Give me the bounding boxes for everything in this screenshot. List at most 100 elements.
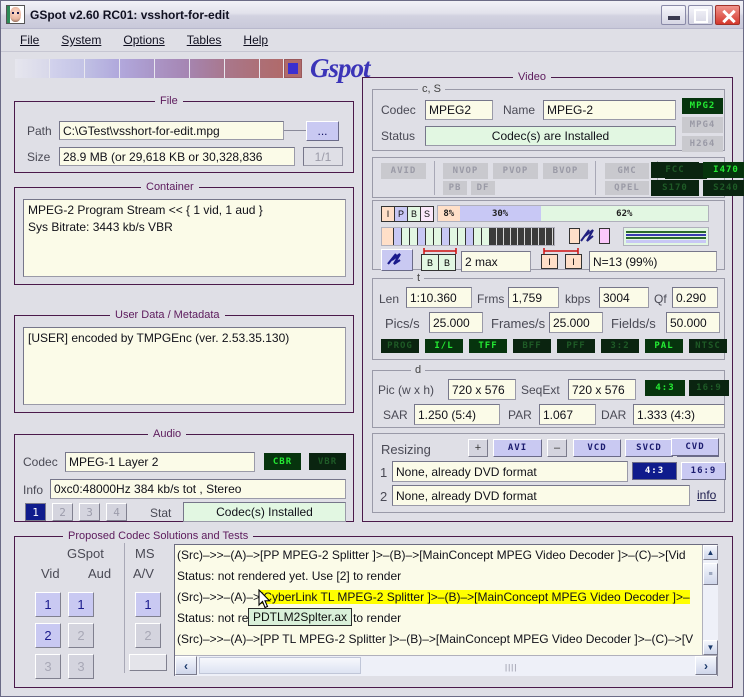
mouse-cursor <box>258 589 270 608</box>
minimize-icon[interactable] <box>661 5 686 25</box>
video-dim-subgroup: d Pic (w x h) 720 x 576 SeqExt 720 x 576… <box>372 370 725 428</box>
maximize-icon[interactable] <box>688 5 713 25</box>
par-field: 1.067 <box>539 404 596 425</box>
list-item[interactable]: Status: not rendered yet. Use [2] to ren… <box>175 566 717 587</box>
frametype-I: I <box>382 207 395 221</box>
sar-field: 1.250 (5:4) <box>414 404 500 425</box>
dar-label: DAR <box>601 408 626 422</box>
len-field: 1:10.360 <box>406 287 472 308</box>
resize-target-vcd[interactable]: VCD <box>573 439 621 457</box>
gspot-vid-button-3[interactable]: 3 <box>35 654 61 679</box>
scroll-right-icon[interactable]: › <box>695 656 717 675</box>
audio-stream-button-2[interactable]: 2 <box>52 503 73 521</box>
list-item[interactable]: (Src)–>>–(A)–>[PP MPEG-2 Splitter ]>–(B)… <box>175 545 717 566</box>
dar-field: 1.333 (4:3) <box>633 404 725 425</box>
audio-group-legend: Audio <box>148 428 186 440</box>
msav-button-3[interactable] <box>129 654 167 671</box>
size-label: Size <box>27 150 50 164</box>
resize-target-cvd[interactable]: CVD <box>671 438 719 456</box>
browse-button[interactable]: ... <box>306 121 339 141</box>
gspot-aud-button-2[interactable]: 2 <box>68 623 94 648</box>
container-text: MPEG-2 Program Stream << { 1 vid, 1 aud … <box>23 199 346 277</box>
frametype-P: P <box>395 207 408 221</box>
video-badge-mpg4: MPG4 <box>682 117 723 133</box>
resize-plus-button[interactable]: + <box>468 439 488 457</box>
video-name-field: MPEG-2 <box>543 100 676 120</box>
gop-view-button[interactable] <box>381 249 413 271</box>
resize-row1-field: None, already DVD format <box>392 461 628 482</box>
iframe-marker-1: I <box>541 254 558 269</box>
gspot-aud-button-3[interactable]: 3 <box>68 654 94 679</box>
video-badge-gmc: GMC <box>605 163 649 179</box>
video-gop-band: I P B S 8% 30% 62% <box>372 200 725 270</box>
menu-item-tables[interactable]: Tables <box>176 31 233 49</box>
file-group-legend: File <box>155 95 183 107</box>
msav-button-1[interactable]: 1 <box>135 592 161 617</box>
video-badge-bvop: BVOP <box>543 163 588 179</box>
video-status-label: Status <box>381 129 415 143</box>
scan-badge-il: I/L <box>425 339 463 353</box>
audio-stream-button-1[interactable]: 1 <box>25 503 46 521</box>
resize-ar-43[interactable]: 4:3 <box>632 462 677 480</box>
audio-stream-button-4[interactable]: 4 <box>106 503 127 521</box>
video-badge-s170: S170 <box>651 180 699 196</box>
resize-target-avi[interactable]: AVI <box>493 439 542 457</box>
hscroll-thumb[interactable] <box>199 657 361 674</box>
path-field[interactable]: C:\GTest\vsshort-for-edit.mpg <box>59 121 284 140</box>
video-badge-fcc: FCC <box>651 162 699 178</box>
audio-stream-button-3[interactable]: 3 <box>79 503 100 521</box>
audio-codec-field: MPEG-1 Layer 2 <box>65 452 255 472</box>
bframe-arrow-icon <box>421 246 459 254</box>
video-badge-mpg2: MPG2 <box>682 98 723 114</box>
menu-options-label: Options <box>123 33 164 47</box>
resizing-label: Resizing <box>381 442 431 457</box>
bframes-field: 2 max <box>461 251 531 272</box>
scroll-down-icon[interactable]: ▼ <box>703 640 718 655</box>
gspot-vid-button-2[interactable]: 2 <box>35 623 61 648</box>
menu-item-system[interactable]: System <box>50 31 112 49</box>
list-vertical-scrollbar[interactable]: ▲ ≡ ▼ <box>702 545 718 655</box>
scroll-thumb[interactable]: ≡ <box>703 563 718 585</box>
menu-item-help[interactable]: Help <box>232 31 279 49</box>
menu-help-label: Help <box>243 33 268 47</box>
container-line2: Sys Bitrate: 3443 kb/s VBR <box>28 219 341 236</box>
gspot-vid-button-1[interactable]: 1 <box>35 592 61 617</box>
video-codec-subgroup: c, S Codec MPEG2 Name MPEG-2 Status Code… <box>372 89 725 151</box>
video-badge-s240: S240 <box>703 180 744 196</box>
scroll-up-icon[interactable]: ▲ <box>703 545 718 560</box>
scan-badge-pal: PAL <box>645 339 683 353</box>
scan-badge-ntsc: NTSC <box>689 339 727 353</box>
page-indicator: 1/1 <box>303 147 343 166</box>
msav-button-2[interactable]: 2 <box>135 623 161 648</box>
resize-target-svcd[interactable]: SVCD <box>625 439 673 457</box>
menu-tables-label: Tables <box>187 33 222 47</box>
window-title: GSpot v2.60 RC01: vsshort-for-edit <box>30 8 661 22</box>
resize-ar-169[interactable]: 16:9 <box>681 462 726 480</box>
list-horizontal-scrollbar[interactable]: ‹ |||| › <box>175 655 717 676</box>
video-time-subgroup: t Len 1:10.360 Frms 1,759 kbps 3004 Qf 0… <box>372 278 725 360</box>
distribution-seg-p: 30% <box>460 206 541 221</box>
menu-system-label: System <box>61 33 101 47</box>
resize-row2-field: None, already DVD format <box>392 485 690 506</box>
list-item-highlighted[interactable]: (Src)–>>–(A)–>[CyberLink TL MPEG-2 Split… <box>175 587 717 608</box>
menu-item-file[interactable]: File <box>9 31 50 49</box>
frame-strip <box>381 227 555 246</box>
resize-info-link[interactable]: info <box>697 488 716 502</box>
menu-item-options[interactable]: Options <box>112 31 175 49</box>
scan-badge-32: 3:2 <box>601 339 639 353</box>
frametype-B: B <box>408 207 421 221</box>
scroll-left-icon[interactable]: ‹ <box>175 656 197 675</box>
framess-field: 25.000 <box>549 312 603 333</box>
resize-minus-button[interactable]: – <box>547 439 567 457</box>
close-icon[interactable] <box>715 5 740 25</box>
video-badge-i470: I470 <box>703 162 744 178</box>
pic-field: 720 x 576 <box>448 379 516 400</box>
container-line1: MPEG-2 Program Stream << { 1 vid, 1 aud … <box>28 202 341 219</box>
gspot-aud-button-1[interactable]: 1 <box>68 592 94 617</box>
hscroll-grip-icon: |||| <box>505 663 517 672</box>
par-label: PAR <box>508 408 532 422</box>
gradient-end-swatch <box>284 59 302 78</box>
menu-bar: File System Options Tables Help <box>1 29 743 52</box>
frametype-S: S <box>421 207 433 221</box>
list-item[interactable]: (Src)–>>–(A)–>[PP TL MPEG-2 Splitter ]>–… <box>175 629 717 650</box>
